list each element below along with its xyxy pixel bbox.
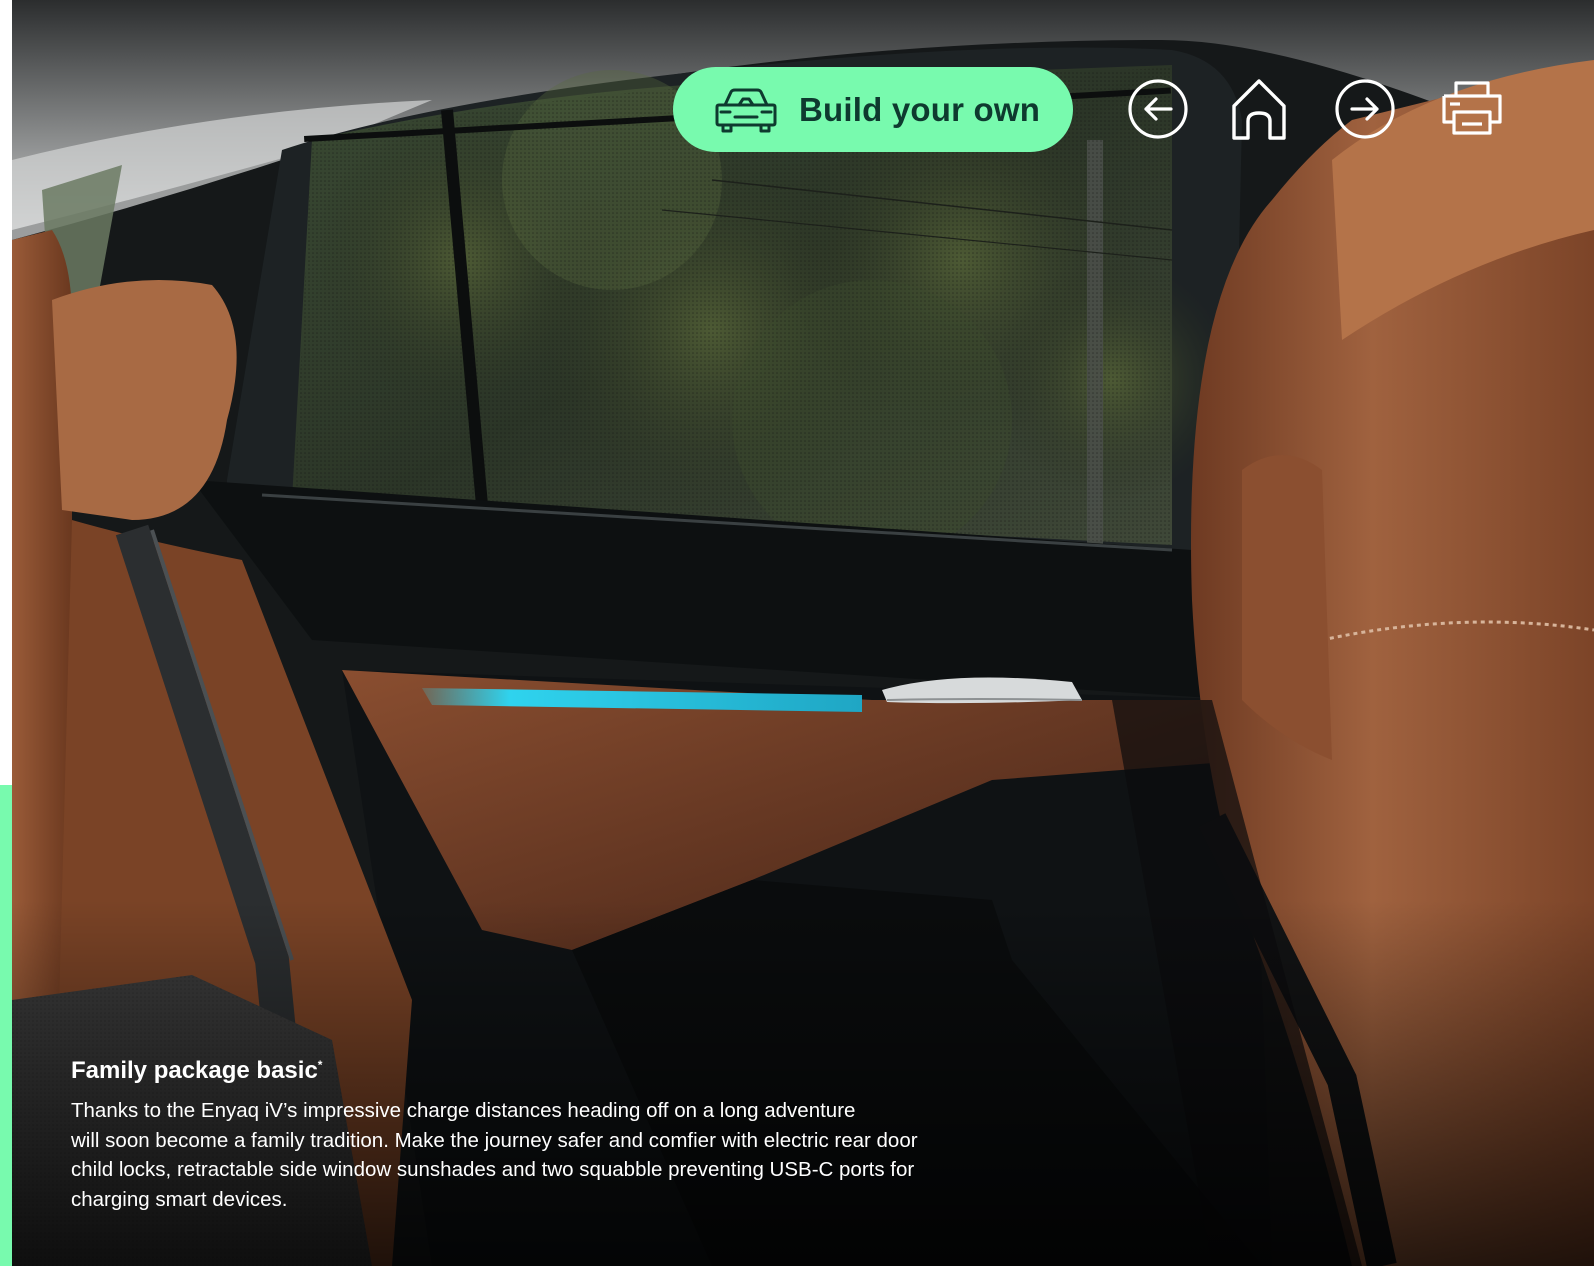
- forward-arrow-icon[interactable]: [1332, 76, 1398, 142]
- feature-title: Family package basic*: [71, 1056, 1001, 1086]
- left-accent-bar: [0, 785, 12, 1266]
- print-icon[interactable]: [1438, 76, 1506, 142]
- brochure-page: Build your own Family package basic* Tha…: [0, 0, 1594, 1266]
- build-your-own-button[interactable]: Build your own: [673, 67, 1073, 152]
- footnote-marker: *: [317, 1058, 323, 1072]
- home-icon[interactable]: [1226, 76, 1292, 142]
- back-arrow-icon[interactable]: [1125, 76, 1191, 142]
- build-your-own-label: Build your own: [799, 90, 1041, 128]
- feature-caption: Family package basic* Thanks to the Enya…: [71, 1056, 1001, 1214]
- car-icon: [715, 88, 777, 132]
- feature-description: Thanks to the Enyaq iV’s impressive char…: [71, 1099, 918, 1211]
- feature-title-text: Family package basic: [71, 1057, 318, 1084]
